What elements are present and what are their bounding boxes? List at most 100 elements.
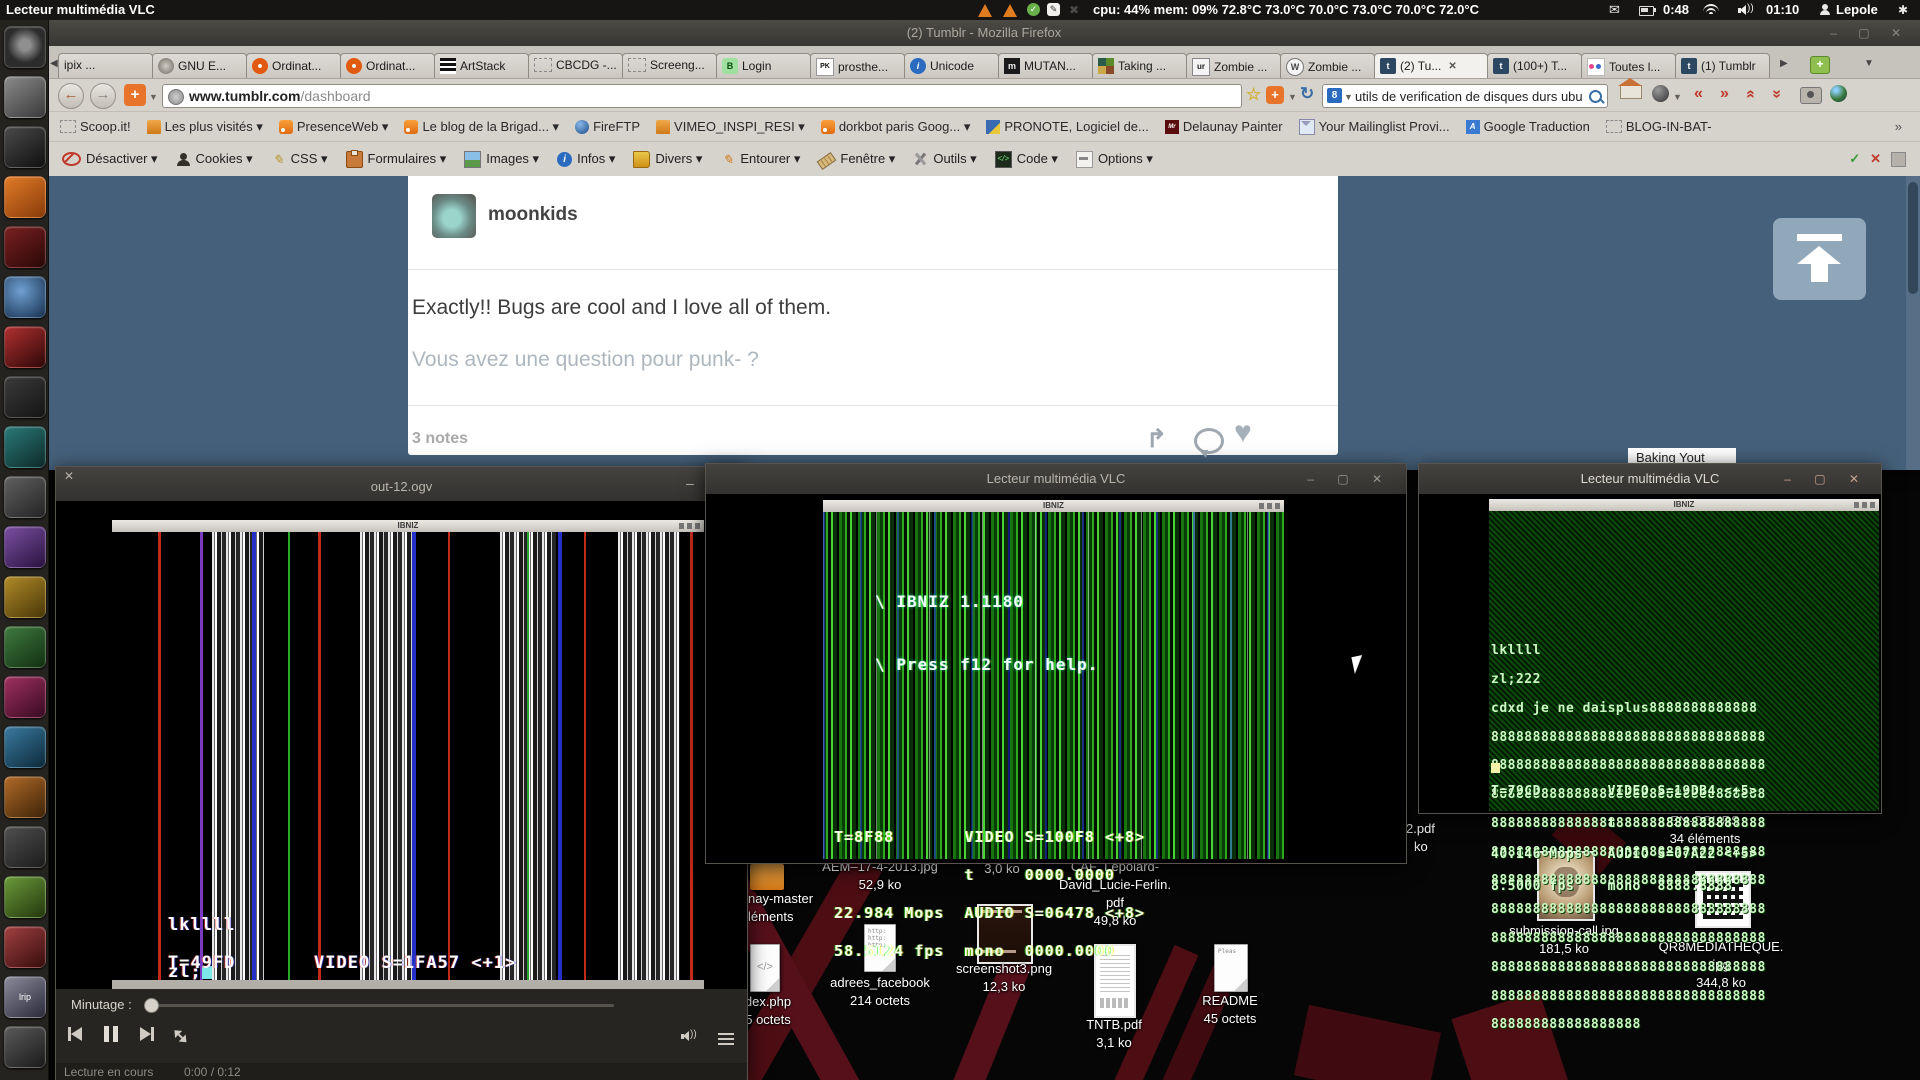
tab-close-icon[interactable]: ✕: [1448, 61, 1456, 72]
launcher-item[interactable]: [4, 576, 46, 618]
video-area[interactable]: IBNIZ \ IBNIZ 1.1180 \ Press f12 for hel…: [706, 494, 1406, 958]
new-tab-button[interactable]: +: [1810, 56, 1830, 74]
webdev-code[interactable]: </> Code ▾: [994, 150, 1058, 168]
bookmarks-overflow-chevron[interactable]: »: [1895, 119, 1902, 134]
tab-screeng[interactable]: Screeng...: [622, 53, 717, 78]
tab-cbcdg[interactable]: CBCDG -...: [528, 53, 623, 78]
tab-ipix[interactable]: ipix ...: [58, 53, 153, 78]
firefox-titlebar[interactable]: (2) Tumblr - Mozilla Firefox: [48, 20, 1920, 46]
validation-fail-icon[interactable]: ✕: [1870, 151, 1881, 167]
bookmark-vimeo-inspi[interactable]: VIMEO_INSPI_RESI ▾: [656, 119, 805, 135]
close-icon[interactable]: ✕: [64, 469, 74, 483]
launcher-item[interactable]: [4, 376, 46, 418]
code-file-icon[interactable]: </>: [750, 944, 780, 992]
avatar[interactable]: [432, 194, 476, 238]
webdev-options[interactable]: Options ▾: [1075, 150, 1153, 168]
bookmark-dorkbot[interactable]: dorkbot paris Goog... ▾: [820, 119, 970, 135]
tab-ordinateur-2[interactable]: Ordinat...: [340, 53, 435, 78]
launcher-item[interactable]: [4, 226, 46, 268]
chevron-down-icon[interactable]: ▼: [1288, 92, 1297, 102]
reply-icon[interactable]: [1194, 428, 1224, 458]
bookmark-star-icon[interactable]: ☆: [1246, 85, 1261, 105]
launcher-item[interactable]: [4, 1026, 46, 1068]
tumblr-new-post-button[interactable]: +: [124, 84, 146, 106]
vlc-cone-icon[interactable]: [978, 4, 992, 17]
tab-zombie-1[interactable]: ur Zombie ...: [1186, 53, 1281, 78]
scrapbook-next-icon[interactable]: »: [1720, 85, 1729, 103]
readme-file-icon[interactable]: Pleas: [1214, 944, 1248, 992]
tab-prosthe[interactable]: PK prosthe...: [810, 53, 905, 78]
bookmark-delaunay[interactable]: Mr Delaunay Painter: [1164, 119, 1283, 134]
previous-button[interactable]: [68, 1027, 98, 1053]
desktop-icon-label[interactable]: 2.pdf ko: [1406, 820, 1466, 856]
tab-ordinateur-1[interactable]: Ordinat...: [246, 53, 341, 78]
addon-sphere-icon[interactable]: [1652, 85, 1669, 102]
webdev-divers[interactable]: Divers ▾: [633, 150, 702, 168]
webdev-resize[interactable]: Fenêtre ▾: [817, 151, 895, 170]
user-name[interactable]: Lepole: [1836, 2, 1878, 17]
launcher-item[interactable]: [4, 626, 46, 668]
bookmark-pronote[interactable]: PRONOTE, Logiciel de...: [986, 119, 1149, 134]
url-bar[interactable]: www.tumblr.com/dashboard: [162, 84, 1242, 108]
tab-taking[interactable]: Taking ...: [1092, 53, 1187, 78]
launcher-item[interactable]: [4, 676, 46, 718]
fullscreen-button[interactable]: [170, 1024, 199, 1052]
tab-scroll-left-button[interactable]: ◀: [50, 58, 58, 69]
bookmark-google-traduction[interactable]: A Google Traduction: [1465, 119, 1590, 134]
bookmark-presenceweb[interactable]: PresenceWeb ▾: [278, 119, 388, 135]
seek-slider-knob[interactable]: [144, 998, 159, 1013]
video-area[interactable]: IBNIZ lkllll zl;222 cdxd je ne daisplus8…: [1419, 494, 1881, 1031]
update-ok-icon[interactable]: ✓: [1027, 3, 1040, 16]
battery-icon[interactable]: [1639, 6, 1656, 16]
window-controls[interactable]: – ▢ ✕: [1830, 20, 1910, 46]
mail-envelope-icon[interactable]: ✉: [1609, 2, 1620, 18]
scrollbar-thumb[interactable]: [1908, 182, 1918, 294]
launcher-item[interactable]: lrip: [4, 976, 46, 1018]
webdev-css[interactable]: ✎ CSS ▾: [271, 151, 328, 167]
launcher-item[interactable]: [4, 726, 46, 768]
back-button[interactable]: ←: [58, 83, 84, 109]
forward-button[interactable]: →: [90, 83, 116, 109]
tab-tumblr-100[interactable]: t (100+) T...: [1487, 53, 1582, 78]
bookmark-fireftp[interactable]: FireFTP: [575, 119, 640, 134]
launcher-item[interactable]: [4, 76, 46, 118]
launcher-item[interactable]: [4, 426, 46, 468]
bookmark-blog-brigade[interactable]: Le blog de la Brigad... ▾: [404, 119, 559, 135]
pause-button[interactable]: [104, 1026, 134, 1052]
post-username[interactable]: moonkids: [488, 204, 578, 226]
tab-gnu[interactable]: GNU E...: [152, 53, 247, 78]
desktop-icon-label[interactable]: nay-master léments: [748, 890, 818, 926]
launcher-item[interactable]: [4, 826, 46, 868]
tab-flickr[interactable]: Toutes l...: [1581, 53, 1676, 78]
video-area[interactable]: IBNIZ lkllll zl; T=49FD VIDEO S=1FA57 <+…: [56, 501, 747, 989]
tab-login[interactable]: B Login: [716, 53, 811, 78]
launcher-item[interactable]: [4, 926, 46, 968]
window-controls[interactable]: – ▢ ✕: [1784, 464, 1869, 494]
launcher-item[interactable]: [4, 276, 46, 318]
webdev-disable[interactable]: Désactiver ▾: [62, 151, 158, 167]
applet-icon[interactable]: ✖: [1069, 3, 1079, 17]
tab-artstack[interactable]: ArtStack: [434, 53, 529, 78]
session-gear-icon[interactable]: ✱: [1898, 3, 1908, 17]
scroll-down-icon[interactable]: »: [1767, 90, 1785, 99]
webdev-tools[interactable]: Outils ▾: [913, 151, 977, 167]
chevron-down-icon[interactable]: ▼: [1344, 92, 1353, 102]
desktop-icon-label[interactable]: README 45 octets: [1150, 992, 1310, 1028]
bookmark-scoopit[interactable]: Scoop.it!: [60, 119, 131, 134]
like-heart-icon[interactable]: ♥: [1234, 416, 1252, 450]
bookmark-mailinglist[interactable]: Your Mailinglist Provi...: [1298, 118, 1450, 135]
screenshot-icon[interactable]: [1800, 87, 1822, 104]
webdev-forms[interactable]: Formulaires ▾: [345, 149, 446, 168]
scrollbar[interactable]: [1906, 176, 1920, 470]
scroll-up-icon[interactable]: »: [1741, 90, 1759, 99]
search-engine-icon[interactable]: 8: [1327, 88, 1342, 103]
launcher-item[interactable]: [4, 776, 46, 818]
minimize-icon[interactable]: –: [686, 475, 694, 491]
chevron-down-icon[interactable]: ▼: [149, 92, 158, 102]
bookmark-blog-in-bat[interactable]: BLOG-IN-BAT-: [1605, 119, 1712, 134]
scrapbook-prev-icon[interactable]: «: [1694, 85, 1703, 103]
webdev-infos[interactable]: i Infos ▾: [557, 151, 615, 167]
tab-unicode[interactable]: i Unicode: [904, 53, 999, 78]
webdev-images[interactable]: Images ▾: [464, 150, 539, 168]
notes-applet-icon[interactable]: ✎: [1047, 3, 1060, 16]
